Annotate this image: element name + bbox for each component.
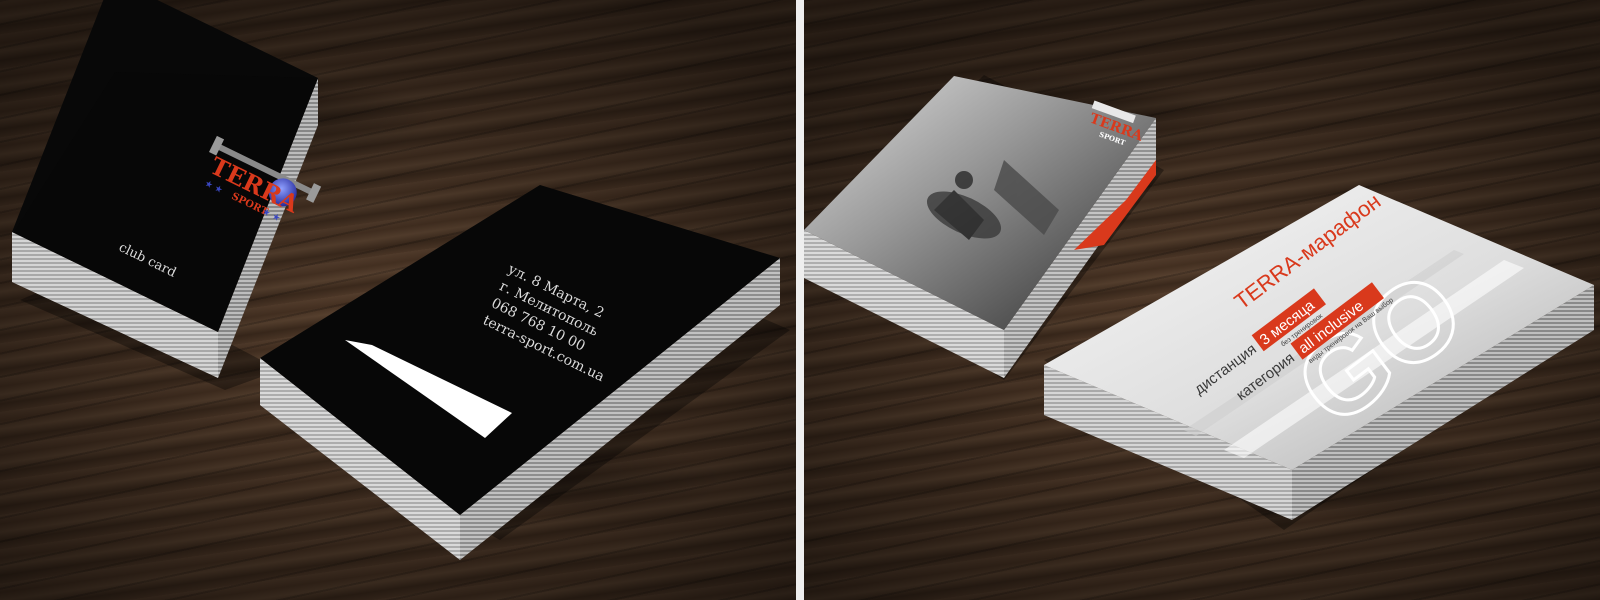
scene: TERRA SPORT ★ ★ ★ ★ club card ул. 8 Март… <box>0 0 1600 600</box>
left-cards-svg: TERRA SPORT ★ ★ ★ ★ club card ул. 8 Март… <box>12 0 790 560</box>
right-mockup-panel: TERRA SPORT GO TERRA-марафон дистанция 3… <box>804 0 1600 600</box>
left-mockup-panel: TERRA SPORT ★ ★ ★ ★ club card ул. 8 Март… <box>0 0 796 600</box>
panel-divider <box>796 0 804 600</box>
right-cards-svg: TERRA SPORT GO TERRA-марафон дистанция 3… <box>804 75 1594 530</box>
